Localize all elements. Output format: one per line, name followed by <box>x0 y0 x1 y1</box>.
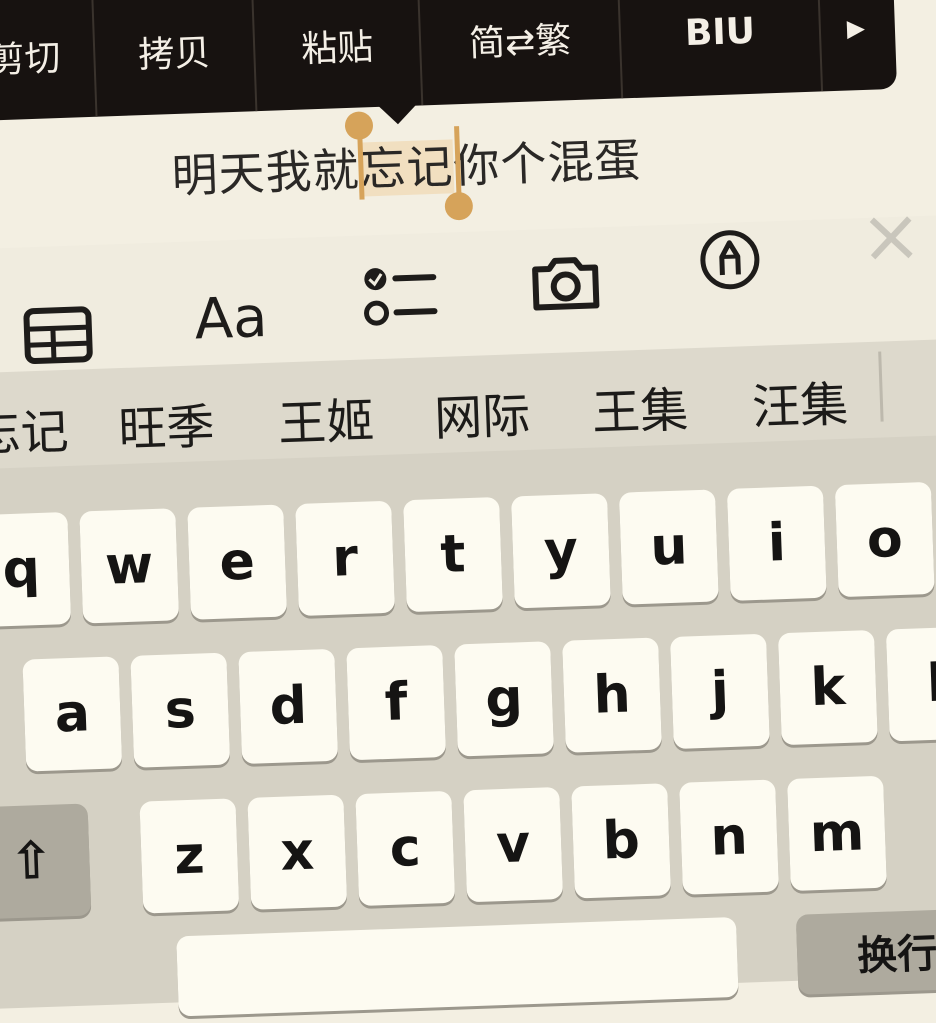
key-f[interactable]: f <box>346 645 447 761</box>
key-i[interactable]: i <box>726 485 827 601</box>
key-l[interactable]: l <box>885 626 936 742</box>
key-m[interactable]: m <box>787 775 887 891</box>
key-k[interactable]: k <box>777 629 878 746</box>
menu-more-arrow-icon[interactable]: ▸ <box>819 0 893 91</box>
key-t[interactable]: t <box>403 496 503 613</box>
menu-item-simplified-traditional[interactable]: 简⇄繁 <box>418 0 624 106</box>
checklist-icon[interactable] <box>361 263 439 330</box>
edit-context-menu: 剪切 拷贝 粘贴 简⇄繁 BIU ▸ <box>0 0 898 122</box>
key-g[interactable]: g <box>454 641 555 757</box>
space-key[interactable] <box>176 916 739 1017</box>
candidate-item[interactable]: 旺季 <box>117 387 215 460</box>
menu-item-cut[interactable]: 剪切 <box>0 0 98 122</box>
candidate-divider <box>878 351 884 422</box>
candidate-item[interactable]: 网际 <box>433 376 531 449</box>
keyboard: q w e r t y u i o a s d f g h j k l ⇧ z … <box>0 434 936 1017</box>
candidate-item[interactable]: 王集 <box>591 370 689 443</box>
key-c[interactable]: c <box>355 790 456 907</box>
menu-item-bold-italic-underline[interactable]: BIU <box>618 0 824 99</box>
notes-screen: 剪切 拷贝 粘贴 简⇄繁 BIU ▸ 明天我就忘记你个混蛋 Aa × 忘记 旺季… <box>0 0 936 1017</box>
key-s[interactable]: s <box>130 652 231 768</box>
key-y[interactable]: y <box>511 493 611 609</box>
key-u[interactable]: u <box>618 489 719 605</box>
candidate-item[interactable]: 王姬 <box>277 381 375 454</box>
candidate-item[interactable]: 忘记 <box>0 392 70 465</box>
key-r[interactable]: r <box>295 500 396 616</box>
key-h[interactable]: h <box>562 637 662 753</box>
note-text-line[interactable]: 明天我就忘记你个混蛋 <box>170 124 643 206</box>
table-icon[interactable] <box>22 305 94 365</box>
text-format-button[interactable]: Aa <box>194 285 269 352</box>
note-text-after: 你个混蛋 <box>452 132 643 194</box>
markup-pen-icon[interactable] <box>698 228 762 292</box>
shift-key[interactable]: ⇧ <box>0 803 92 920</box>
key-d[interactable]: d <box>238 648 339 765</box>
key-e[interactable]: e <box>187 504 288 620</box>
key-o[interactable]: o <box>834 481 935 598</box>
key-w[interactable]: w <box>79 508 180 624</box>
key-b[interactable]: b <box>571 783 672 899</box>
key-n[interactable]: n <box>679 779 779 895</box>
camera-icon[interactable] <box>529 251 603 313</box>
key-q[interactable]: q <box>0 512 72 628</box>
key-v[interactable]: v <box>463 787 564 903</box>
key-a[interactable]: a <box>22 656 123 772</box>
close-icon[interactable]: × <box>859 192 924 280</box>
menu-item-paste[interactable]: 粘贴 <box>253 0 424 112</box>
note-text-selected[interactable]: 忘记 <box>358 139 455 197</box>
candidate-item[interactable]: 汪集 <box>751 365 849 438</box>
key-x[interactable]: x <box>247 794 348 910</box>
key-j[interactable]: j <box>670 633 770 749</box>
menu-item-copy[interactable]: 拷贝 <box>93 0 258 117</box>
return-key[interactable]: 换行 <box>795 907 936 995</box>
key-z[interactable]: z <box>139 798 240 914</box>
menu-pointer-arrow <box>375 101 420 126</box>
note-text-before: 明天我就 <box>170 142 361 204</box>
selection-end-handle[interactable] <box>444 191 474 221</box>
